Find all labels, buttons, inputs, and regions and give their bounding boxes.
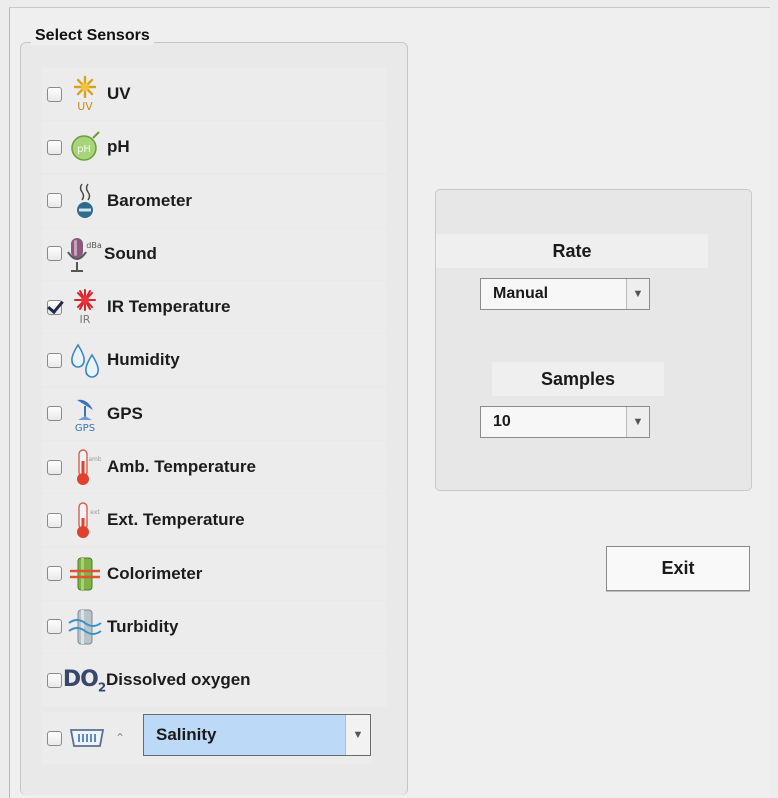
samples-selected-value: 10 xyxy=(493,413,511,430)
sensor-list: UV UV pH pH Barometer dBa Sound IR IR Te… xyxy=(42,68,387,708)
svg-text:dBa: dBa xyxy=(86,241,102,250)
samples-select[interactable]: 10 ▼ xyxy=(480,406,650,438)
ph-leaf-icon: pH xyxy=(67,127,103,167)
checkbox-sound[interactable] xyxy=(47,246,62,262)
rate-heading: Rate xyxy=(436,234,708,268)
checkbox-colorimeter[interactable] xyxy=(47,566,62,582)
uv-sun-icon: UV xyxy=(67,74,103,114)
svg-text:GPS: GPS xyxy=(75,423,95,434)
checkbox-gps[interactable] xyxy=(47,406,62,422)
svg-text:ext: ext xyxy=(90,509,100,516)
salinity-dropdown[interactable]: Salinity ▼ xyxy=(143,714,371,756)
sensor-row-ir-temperature[interactable]: IR IR Temperature xyxy=(42,281,387,334)
chevron-down-icon[interactable]: ▼ xyxy=(626,279,649,309)
checkbox-barometer[interactable] xyxy=(47,193,62,209)
samples-heading: Samples xyxy=(492,362,664,396)
sensor-row-sound[interactable]: dBa Sound xyxy=(42,227,387,280)
checkbox-amb-temperature[interactable] xyxy=(47,459,62,475)
checkbox-ir-temperature[interactable] xyxy=(47,299,62,315)
checkbox-ph[interactable] xyxy=(47,139,62,155)
checkbox-uv[interactable] xyxy=(47,86,62,102)
barometer-icon xyxy=(67,181,103,221)
group-title: Select Sensors xyxy=(31,27,154,45)
sensor-row-ph[interactable]: pH pH xyxy=(42,121,387,174)
sensor-row-amb-temperature[interactable]: amb Amb. Temperature xyxy=(42,441,387,494)
sensor-row-ext-temperature[interactable]: ext Ext. Temperature xyxy=(42,494,387,547)
checkbox-dissolved-oxygen[interactable] xyxy=(47,672,62,688)
exit-button[interactable]: Exit xyxy=(606,546,750,591)
microphone-icon: dBa xyxy=(64,234,104,274)
sensor-row-barometer[interactable]: Barometer xyxy=(42,174,387,227)
sensor-label-gps: GPS xyxy=(107,403,143,423)
salinity-probe-icon xyxy=(67,718,111,758)
chevron-down-icon[interactable]: ▼ xyxy=(345,715,370,755)
do2-icon: DO2 xyxy=(62,666,106,694)
svg-text:amb: amb xyxy=(88,456,101,463)
ir-burst-icon: IR xyxy=(67,287,103,327)
checkbox-ext-temperature[interactable] xyxy=(47,512,62,528)
sensor-label-humidity: Humidity xyxy=(107,350,180,370)
satellite-dish-icon: GPS xyxy=(67,394,103,434)
checkbox-humidity[interactable] xyxy=(47,352,62,368)
thermometer-ext-icon: ext xyxy=(67,500,103,540)
colorimeter-icon xyxy=(67,554,103,594)
sensor-label-amb-temperature: Amb. Temperature xyxy=(107,457,256,477)
salinity-dropdown-caret-icon: ⌃ xyxy=(115,731,126,745)
sensor-row-colorimeter[interactable]: Colorimeter xyxy=(42,547,387,600)
rate-select[interactable]: Manual ▼ xyxy=(480,278,650,310)
sensor-row-turbidity[interactable]: Turbidity xyxy=(42,600,387,653)
chevron-down-icon[interactable]: ▼ xyxy=(626,407,649,437)
checkbox-turbidity[interactable] xyxy=(47,619,62,635)
sensor-label-colorimeter: Colorimeter xyxy=(107,563,203,583)
sensor-row-humidity[interactable]: Humidity xyxy=(42,334,387,387)
sensor-row-uv[interactable]: UV UV xyxy=(42,68,387,120)
sensor-label-ph: pH xyxy=(107,137,130,157)
sensor-label-barometer: Barometer xyxy=(107,190,193,210)
svg-text:IR: IR xyxy=(80,313,91,326)
sensor-label-ir-temperature: IR Temperature xyxy=(107,297,231,317)
thermometer-amb-icon: amb xyxy=(67,447,103,487)
sensor-label-uv: UV xyxy=(107,84,131,103)
sensor-row-gps[interactable]: GPS GPS xyxy=(42,387,387,440)
sensor-label-turbidity: Turbidity xyxy=(107,616,179,636)
turbidity-icon xyxy=(67,607,103,647)
svg-text:UV: UV xyxy=(77,100,93,113)
sensor-label-sound: Sound xyxy=(104,243,157,263)
checkbox-salinity[interactable] xyxy=(47,730,62,746)
sensor-row-salinity: ⌃ Salinity ▼ xyxy=(42,712,372,764)
rate-selected-value: Manual xyxy=(493,285,549,302)
sensor-label-dissolved-oxygen: Dissolved oxygen xyxy=(106,670,251,690)
sensor-label-ext-temperature: Ext. Temperature xyxy=(107,510,245,530)
water-drops-icon xyxy=(67,340,103,380)
salinity-selected-value: Salinity xyxy=(156,725,217,744)
sensor-row-dissolved-oxygen[interactable]: DO2 Dissolved oxygen xyxy=(42,654,387,707)
svg-text:pH: pH xyxy=(77,144,91,155)
